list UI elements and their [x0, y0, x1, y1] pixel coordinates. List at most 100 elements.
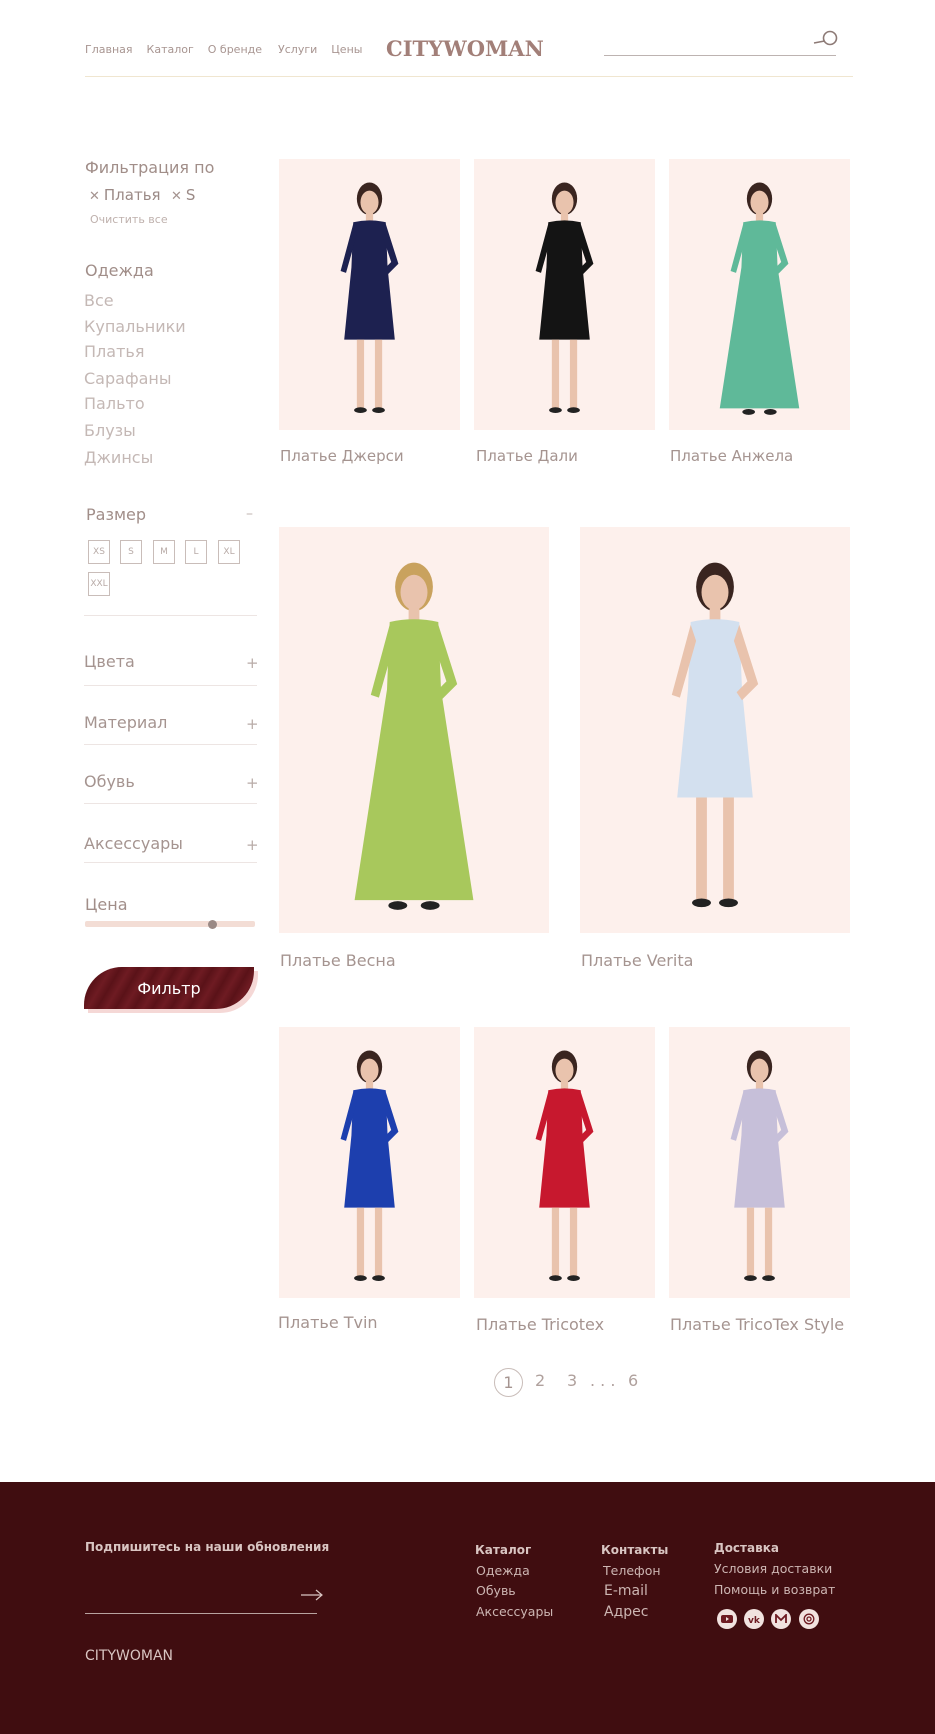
nav-link-services[interactable]: Услуги [278, 43, 317, 56]
category-jeans[interactable]: Джинсы [84, 448, 153, 467]
category-coats[interactable]: Пальто [84, 394, 145, 413]
product-photo[interactable] [279, 1027, 460, 1298]
active-filter-size[interactable]: ✕ S [171, 186, 195, 204]
size-heading: Размер [86, 505, 147, 524]
expand-material-icon[interactable]: + [246, 715, 259, 733]
product-name[interactable]: Платье Джерси [280, 447, 404, 465]
filter-button[interactable]: Фильтр [84, 967, 254, 1009]
divider [84, 685, 257, 686]
footer-link-shoes[interactable]: Обувь [476, 1583, 516, 1598]
search-input[interactable] [604, 55, 836, 56]
accordion-accessories[interactable]: Аксессуары [84, 834, 183, 853]
category-all[interactable]: Все [84, 291, 114, 310]
svg-text:vk: vk [748, 1616, 760, 1624]
mail-icon[interactable] [771, 1609, 791, 1629]
size-option-s[interactable]: S [120, 540, 142, 564]
product-name[interactable]: Платье Дали [476, 447, 578, 465]
size-option-xl[interactable]: XL [218, 540, 240, 564]
product-name[interactable]: Платье Анжела [670, 447, 793, 465]
product-photo[interactable] [580, 527, 850, 933]
footer-link-returns[interactable]: Помощь и возврат [714, 1582, 835, 1597]
product-photo[interactable] [474, 159, 655, 430]
expand-colors-icon[interactable]: + [246, 654, 259, 672]
category-dresses[interactable]: Платья [84, 342, 144, 361]
page-current[interactable]: 1 [494, 1368, 523, 1397]
filter-title: Фильтрация по [85, 158, 215, 177]
footer [0, 1482, 935, 1734]
size-option-xxl[interactable]: XXL [88, 572, 110, 596]
category-swimwear[interactable]: Купальники [84, 317, 186, 336]
footer-delivery-heading: Доставка [714, 1541, 779, 1555]
model-figure [340, 1050, 399, 1282]
remove-filter-icon[interactable]: ✕ [89, 189, 100, 204]
header-divider [85, 76, 853, 77]
footer-link-delivery-terms[interactable]: Условия доставки [714, 1561, 832, 1576]
model-figure [354, 562, 474, 910]
footer-link-clothing[interactable]: Одежда [476, 1563, 530, 1578]
divider [84, 862, 257, 863]
nav-link-prices[interactable]: Цены [331, 43, 362, 56]
site-logo[interactable]: CITYWOMAN [386, 36, 544, 61]
product-photo[interactable] [279, 527, 549, 933]
collapse-size-icon[interactable]: – [246, 506, 253, 522]
youtube-icon[interactable] [717, 1609, 737, 1629]
expand-accessories-icon[interactable]: + [246, 836, 259, 854]
footer-link-email[interactable]: E-mail [604, 1583, 648, 1599]
at-icon[interactable] [799, 1609, 819, 1629]
footer-link-phone[interactable]: Телефон [603, 1563, 661, 1578]
price-slider[interactable] [85, 921, 255, 927]
footer-link-address[interactable]: Адрес [604, 1604, 648, 1620]
search-icon[interactable] [812, 29, 840, 49]
product-photo[interactable] [474, 1027, 655, 1298]
product-name[interactable]: Платье Весна [280, 951, 396, 970]
price-heading: Цена [85, 895, 128, 914]
accordion-shoes[interactable]: Обувь [84, 772, 135, 791]
accordion-colors[interactable]: Цвета [84, 652, 135, 671]
size-option-xs[interactable]: XS [88, 540, 110, 564]
footer-logo[interactable]: CITYWOMAN [85, 1648, 173, 1664]
accordion-material[interactable]: Материал [84, 713, 167, 732]
subscribe-label: Подпишитесь на наши обновления [85, 1540, 330, 1554]
product-name[interactable]: Платье TricoTex Style [670, 1315, 844, 1334]
product-name[interactable]: Платье Tricotex [476, 1315, 604, 1334]
model-figure [671, 562, 759, 908]
divider [84, 744, 257, 745]
product-name[interactable]: Платье Tvin [278, 1313, 378, 1332]
model-figure [340, 182, 399, 414]
footer-link-accessories[interactable]: Аксессуары [476, 1604, 553, 1619]
page-ellipsis: . . . [590, 1371, 616, 1390]
page-link-3[interactable]: 3 [567, 1371, 577, 1390]
nav-link-home[interactable]: Главная [85, 43, 133, 56]
model-figure [535, 1050, 594, 1282]
price-slider-handle[interactable] [208, 920, 217, 929]
category-blouses[interactable]: Блузы [84, 421, 136, 440]
active-filter-dresses[interactable]: ✕ Платья [89, 186, 161, 204]
page-link-2[interactable]: 2 [535, 1371, 545, 1390]
nav-link-catalog[interactable]: Каталог [147, 43, 194, 56]
footer-catalog-heading: Каталог [475, 1543, 532, 1557]
model-figure [730, 1050, 789, 1282]
expand-shoes-icon[interactable]: + [246, 774, 259, 792]
size-option-m[interactable]: M [153, 540, 175, 564]
model-figure [535, 182, 594, 414]
page-link-last[interactable]: 6 [628, 1371, 638, 1390]
divider [84, 803, 257, 804]
product-name[interactable]: Платье Verita [581, 951, 693, 970]
active-filter-label: Платья [103, 186, 161, 204]
vk-icon[interactable]: vk [744, 1609, 764, 1629]
category-sundresses[interactable]: Сарафаны [84, 369, 172, 388]
remove-filter-icon[interactable]: ✕ [171, 189, 182, 204]
arrow-right-icon[interactable] [300, 1587, 324, 1603]
clear-all-link[interactable]: Очистить все [90, 213, 168, 226]
product-photo[interactable] [669, 1027, 850, 1298]
product-photo[interactable] [279, 159, 460, 430]
divider [84, 615, 257, 616]
size-option-l[interactable]: L [185, 540, 207, 564]
main-nav: Главная Каталог О бренде Услуги Цены [85, 43, 376, 56]
nav-link-about[interactable]: О бренде [208, 43, 262, 56]
product-photo[interactable] [669, 159, 850, 430]
active-filter-label: S [185, 186, 196, 204]
model-figure [719, 182, 800, 415]
subscribe-email-input[interactable] [85, 1613, 317, 1614]
footer-contacts-heading: Контакты [601, 1543, 669, 1557]
